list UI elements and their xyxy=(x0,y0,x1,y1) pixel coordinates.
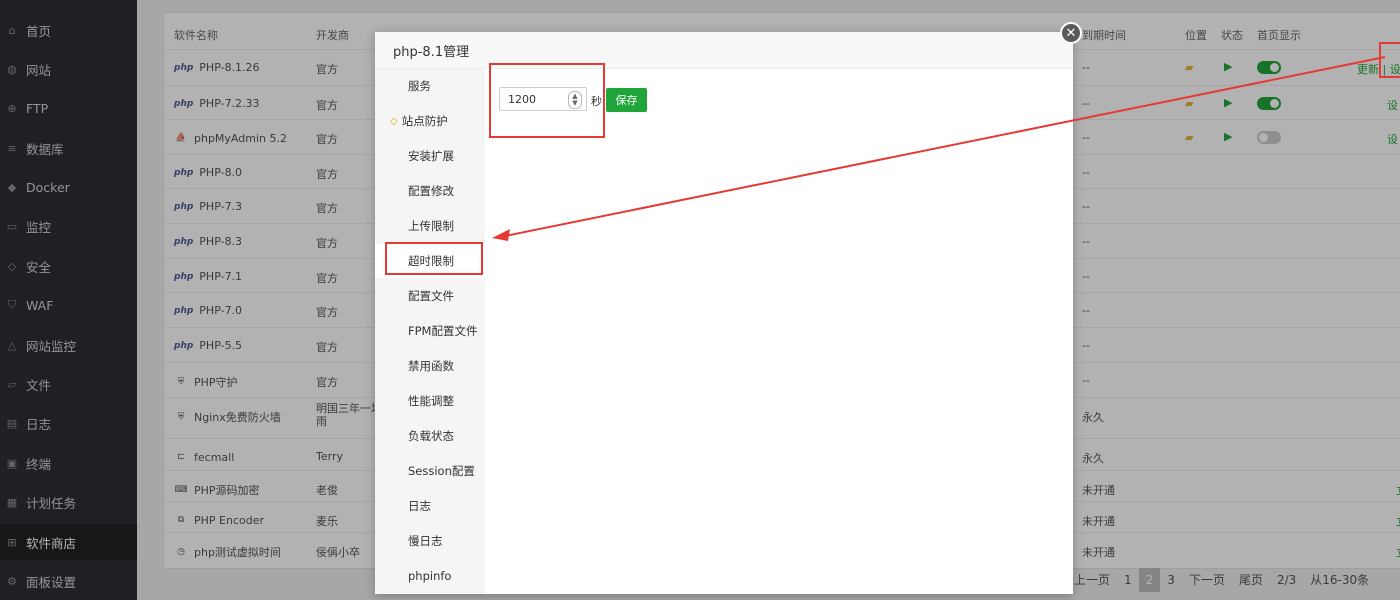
annotation-arrow xyxy=(492,56,1386,241)
